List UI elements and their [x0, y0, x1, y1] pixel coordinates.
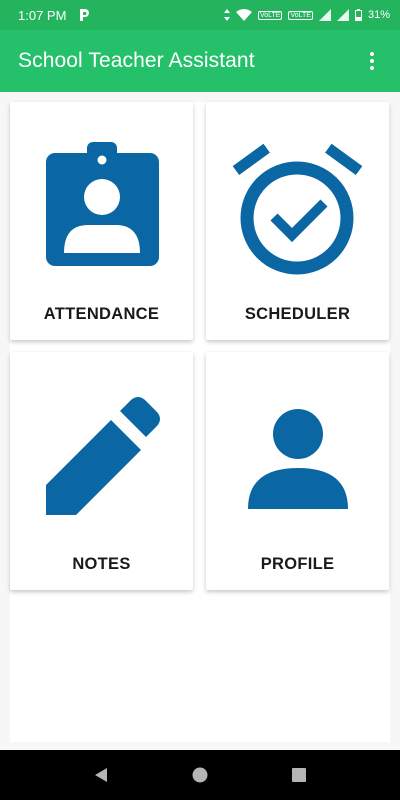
notes-label: NOTES [72, 555, 131, 573]
status-time: 1:07 PM [18, 7, 67, 23]
person-icon [206, 352, 389, 542]
system-nav-bar [0, 750, 400, 800]
back-icon[interactable] [89, 763, 113, 787]
parking-app-icon [78, 8, 90, 22]
id-badge-icon [10, 102, 193, 292]
dashboard-panel: ATTENDANCE SCHEDULER NOTES PROFILE [10, 102, 390, 742]
profile-card[interactable]: PROFILE [206, 352, 389, 590]
overflow-menu-icon[interactable] [362, 47, 382, 75]
alarm-clock-check-icon [206, 102, 389, 292]
volte-sim2-icon: VoLTE [288, 10, 313, 20]
recents-icon[interactable] [287, 763, 311, 787]
volte-sim1-label: VoLTE [259, 11, 281, 19]
battery-icon [354, 9, 362, 21]
signal-2-icon [336, 9, 349, 21]
attendance-label: ATTENDANCE [43, 305, 160, 323]
app-title: School Teacher Assistant [18, 49, 255, 72]
content-area: ATTENDANCE SCHEDULER NOTES PROFILE [0, 92, 400, 750]
app-bar: School Teacher Assistant [0, 30, 400, 92]
volte-sim2-label: VoLTE [290, 11, 311, 19]
pencil-icon [10, 352, 193, 542]
status-bar: 1:07 PM VoLTE VoLTE 31% [0, 0, 400, 30]
scheduler-card[interactable]: SCHEDULER [206, 102, 389, 340]
volte-sim1-icon: VoLTE [257, 10, 283, 20]
home-icon[interactable] [188, 763, 212, 787]
profile-label: PROFILE [260, 555, 335, 573]
signal-1-icon [318, 9, 331, 21]
battery-percent: 31% [367, 9, 390, 21]
data-arrows-icon [223, 9, 230, 21]
wifi-icon [235, 9, 252, 21]
attendance-card[interactable]: ATTENDANCE [10, 102, 193, 340]
scheduler-label: SCHEDULER [244, 305, 351, 323]
notes-card[interactable]: NOTES [10, 352, 193, 590]
status-indicators: VoLTE VoLTE 31% [223, 9, 390, 21]
